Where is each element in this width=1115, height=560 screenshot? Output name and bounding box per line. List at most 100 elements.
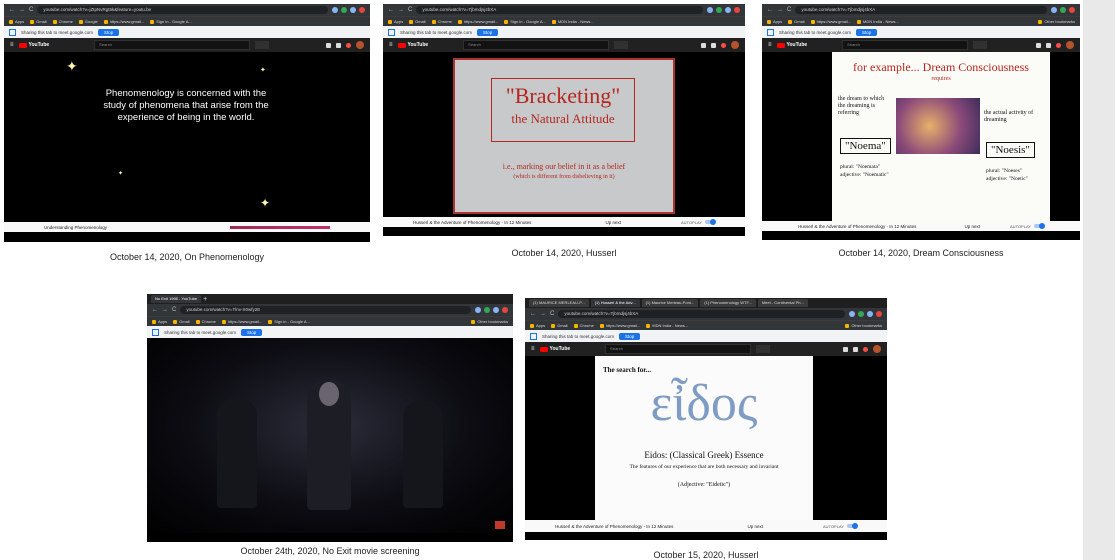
back-icon[interactable]: ← [530,308,536,320]
bookmark-item[interactable]: MDN India - News... [857,19,899,24]
forward-icon[interactable]: → [540,308,546,320]
bookmark-item[interactable]: Gmail [551,323,568,328]
autoplay-toggle[interactable]: AUTOPLAY [1010,223,1045,229]
apps-icon[interactable] [853,346,858,352]
stop-sharing-button[interactable]: Stop [477,28,499,36]
back-icon[interactable]: ← [9,4,15,16]
bookmark-item[interactable]: Apps [530,323,545,328]
menu-icon[interactable]: ≡ [389,42,393,48]
search-input[interactable]: Search [94,40,251,50]
bell-icon[interactable] [863,346,868,352]
create-icon[interactable] [701,42,706,48]
url-field[interactable]: youtube.com/watch?v=Tjbmdjsj4bXA [795,6,1047,14]
avatar[interactable] [1066,41,1074,49]
back-icon[interactable]: ← [388,4,394,16]
apps-icon[interactable] [711,42,716,48]
video-player[interactable]: ✦ ✦ ✦ ✦ Phenomenology is concerned with … [4,52,370,222]
url-field[interactable]: youtube.com/watch?v=Tjbmdjsj4bXA [558,310,845,318]
bookmark-item[interactable]: https://www.gmail... [221,319,262,324]
url-field[interactable]: youtube.com/watch?v=Tjbmdjsj4bXA [416,6,703,14]
forward-icon[interactable]: → [162,304,168,316]
bookmark-item[interactable]: https://www.gmail... [103,19,144,24]
search-icon[interactable] [756,345,771,353]
forward-icon[interactable]: → [19,4,25,16]
browser-tab[interactable]: (1) Phenomenology WTF... [700,299,756,307]
url-field[interactable]: youtube.com/watch?v=Tlnv-X0wfy2E [180,306,471,314]
bookmark-item[interactable]: Sign in - Google A... [150,19,192,24]
menu-icon[interactable]: ≡ [10,42,14,48]
bookmark-item[interactable]: Gmail [409,19,426,24]
bell-icon[interactable] [346,42,351,48]
reload-icon[interactable]: C [787,4,791,16]
reload-icon[interactable]: C [408,4,412,16]
autoplay-toggle[interactable]: AUTOPLAY [681,219,716,225]
search-input[interactable]: Search [463,40,610,50]
autoplay-toggle[interactable]: AUTOPLAY [823,523,858,529]
stop-sharing-button[interactable]: Stop [856,28,878,36]
bookmark-item[interactable]: MDN India - News... [551,19,594,24]
create-icon[interactable] [326,42,331,48]
youtube-logo[interactable]: YouTube [539,346,570,352]
video-player[interactable] [147,338,513,533]
bookmark-item[interactable]: Chrome [573,323,594,328]
search-icon[interactable] [614,41,629,49]
bookmark-item[interactable]: Gmail [788,19,805,24]
bookmark-item[interactable]: https://www.gmail... [810,19,851,24]
reload-icon[interactable]: C [29,4,33,16]
bookmark-item[interactable]: Sign in - Google A... [268,319,310,324]
bookmark-item[interactable]: MDN India - News... [646,323,688,328]
stop-sharing-button[interactable]: Stop [241,328,263,336]
back-icon[interactable]: ← [767,4,773,16]
reload-icon[interactable]: C [172,304,176,316]
cast-icon[interactable] [495,521,505,529]
apps-icon[interactable] [336,42,341,48]
browser-tab[interactable]: (1) Maurice Merleau-Pont... [641,299,699,307]
bell-icon[interactable] [721,42,726,48]
bookmark-item[interactable]: Gmail [30,19,47,24]
menu-icon[interactable]: ≡ [768,42,772,48]
stop-sharing-button[interactable]: Stop [98,28,120,36]
bookmark-item[interactable]: https://www.gmail... [457,19,498,24]
youtube-logo[interactable]: YouTube [776,42,807,48]
avatar[interactable] [731,41,739,49]
reload-icon[interactable]: C [550,308,554,320]
bookmark-item[interactable]: Other bookmarks [1038,19,1075,24]
video-player[interactable]: The search for... εἶδος Eidos: (Classica… [525,356,887,520]
create-icon[interactable] [843,346,848,352]
bookmark-item[interactable]: https://www.gmail... [599,323,640,328]
new-tab-icon[interactable]: + [203,296,207,303]
bookmark-item[interactable]: Apps [152,319,167,324]
search-icon[interactable] [973,41,988,49]
create-icon[interactable] [1036,42,1041,48]
forward-icon[interactable]: → [398,4,404,16]
bookmark-item[interactable]: Sign in - Google A... [504,19,546,24]
bookmark-item[interactable]: Chrome [195,319,216,324]
video-player[interactable]: "Bracketing" the Natural Attitude i.e., … [383,52,745,217]
youtube-logo[interactable]: YouTube [18,42,49,48]
search-input[interactable]: Search [842,40,969,50]
browser-tab[interactable]: No Exit 1995 - YouTube [151,295,202,303]
bookmark-item[interactable]: Apps [767,19,782,24]
bookmark-item[interactable]: Other bookmarks [471,319,508,324]
browser-tab[interactable]: Meet - Continental Ph... [757,299,808,307]
back-icon[interactable]: ← [152,304,158,316]
bell-icon[interactable] [1056,42,1061,48]
bookmark-item[interactable]: Apps [388,19,403,24]
video-player[interactable]: for example... Dream Consciousness requi… [762,52,1080,221]
bookmark-item[interactable]: Gmail [173,319,190,324]
search-input[interactable]: Search [605,344,752,354]
bookmark-item[interactable]: Chrome [431,19,452,24]
search-icon[interactable] [255,41,270,49]
bookmark-item[interactable]: Apps [9,19,24,24]
bookmark-item[interactable]: Chrome [52,19,73,24]
url-field[interactable]: youtube.com/watch?v=jZtpNvRgt5k&feature=… [37,6,328,14]
avatar[interactable] [356,41,364,49]
apps-icon[interactable] [1046,42,1051,48]
bookmark-item[interactable]: Google [78,19,98,24]
forward-icon[interactable]: → [777,4,783,16]
stop-sharing-button[interactable]: Stop [619,332,641,340]
browser-tab[interactable]: (1) MAURICE MERLEAU-P... [529,299,589,307]
avatar[interactable] [873,345,881,353]
youtube-logo[interactable]: YouTube [397,42,428,48]
bookmark-item[interactable]: Other bookmarks [845,323,882,328]
